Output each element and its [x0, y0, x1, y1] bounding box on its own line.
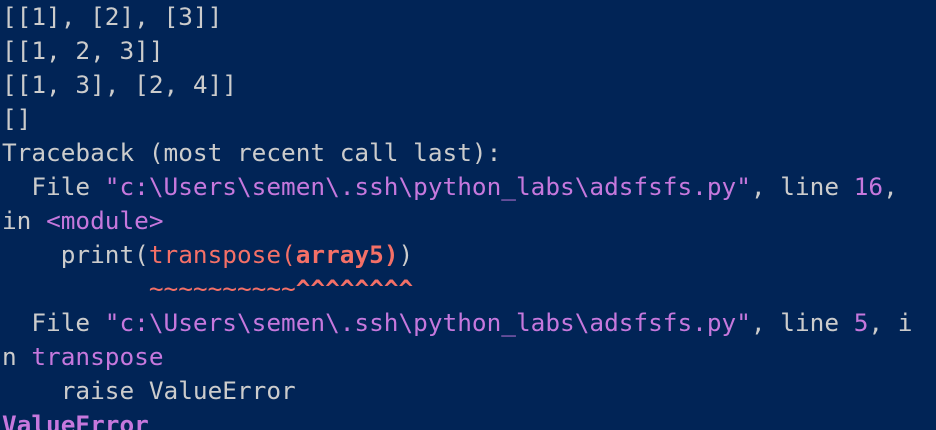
frame-2-wrap-part-1: , i [868, 308, 913, 337]
frame-1-code-close-inner: ) [383, 240, 399, 269]
frame-1-function: <module> [46, 206, 164, 235]
traceback-frame-1-function-line: in <module> [2, 204, 164, 238]
traceback-header: Traceback (most recent call last): [2, 138, 502, 167]
output-line-1: [[1], [2], [3]] [2, 2, 223, 31]
frame-1-comma: , [883, 172, 898, 201]
output-line-3: [[1, 3], [2, 4]] [2, 70, 237, 99]
traceback-frame-1-file-line: File "c:\Users\semen\.ssh\python_labs\ad… [2, 170, 898, 204]
terminal-window[interactable]: [[1], [2], [3]] [[1, 2, 3]] [[1, 3], [2,… [0, 0, 936, 430]
frame-2-line-number: 5 [853, 308, 869, 337]
frame-1-marker-indent [2, 274, 149, 303]
frame-1-path: "c:\Users\semen\.ssh\python_labs\adsfsfs… [104, 172, 751, 201]
output-line-4: [] [2, 104, 32, 133]
traceback-frame-2-code: raise ValueError [2, 376, 296, 405]
traceback-frame-2-function-line: n transpose [2, 340, 164, 374]
frame-2-function: transpose [31, 342, 164, 371]
frame-2-wrap-part-2: n [2, 342, 32, 371]
frame-2-path: "c:\Users\semen\.ssh\python_labs\adsfsfs… [104, 308, 751, 337]
frame-1-in-label: in [2, 206, 47, 235]
frame-1-code-indent [2, 240, 61, 269]
frame-1-line-number: 16 [853, 172, 884, 201]
frame-1-marker-carets: ^^^^^^^^ [295, 274, 414, 303]
error-name: ValueError [2, 410, 149, 430]
traceback-frame-1-marker: ~~~~~~~~~~^^^^^^^^ [2, 272, 413, 306]
output-line-2: [[1, 2, 3]] [2, 36, 164, 65]
frame-1-code-transpose: transpose( [148, 240, 296, 269]
frame-2-prefix: File [2, 308, 105, 337]
frame-2-line-label: , line [750, 308, 854, 337]
frame-1-code-close-outer: ) [398, 240, 414, 269]
frame-1-line-label: , line [750, 172, 854, 201]
frame-1-code-arg: array5 [295, 240, 384, 269]
traceback-frame-2-file-line: File "c:\Users\semen\.ssh\python_labs\ad… [2, 306, 912, 340]
frame-1-prefix: File [2, 172, 105, 201]
traceback-frame-1-code: print(transpose(array5)) [2, 238, 413, 272]
frame-1-marker-tildes: ~~~~~~~~~~ [148, 274, 296, 303]
frame-1-code-print: print( [60, 240, 149, 269]
